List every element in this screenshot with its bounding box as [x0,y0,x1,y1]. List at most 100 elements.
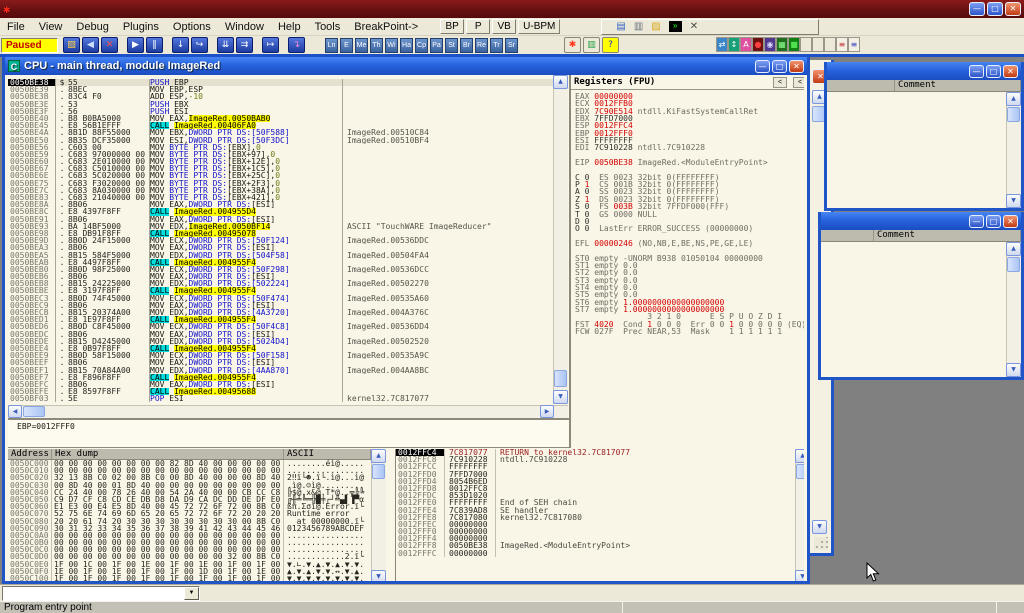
options-gear-icon[interactable]: ✱ [564,37,581,53]
menu-button-p[interactable]: P [466,19,490,34]
dump-scroll-down-button[interactable]: ▼ [371,570,386,581]
disasm-row[interactable]: 0050BEE4.E8 0B97F8FFCALL ImageRed.004955… [8,345,553,352]
disasm-row[interactable]: 0050BE75.C683 F3020000 00MOV BYTE PTR DS… [8,180,553,187]
cw1-scrollbar[interactable]: ▲ ▼ [1006,92,1021,208]
cw2-scroll-thumb[interactable] [1007,257,1020,272]
menu-item-options[interactable]: Options [166,20,218,34]
animate-over-icon[interactable]: ⇉ [236,37,253,53]
disasm-row[interactable]: 0050BE40.B8 B0BA5000MOV EAX,ImageRed.005… [8,115,553,122]
dump-scroll-up-button[interactable]: ▲ [371,449,386,463]
disasm-row[interactable]: 0050BEEF.8B06MOV EAX,DWORD PTR DS:[ESI] [8,359,553,366]
dump-row[interactable]: 0050C1001F 00 1F 00 1F 00 1F 00 1F 00 1F… [8,575,371,581]
pause-icon[interactable]: ‖ [146,37,163,53]
pane-button-e[interactable]: E [340,38,353,53]
disasm-row[interactable]: 0050BE4A.8B1D 88F55000MOV EBX,DWORD PTR … [8,129,553,136]
stack-row[interactable]: 0012FFFC00000000 [396,550,795,557]
run-icon[interactable]: ▶ [127,37,144,53]
cw2-col-blank[interactable] [821,230,874,241]
stack-scroll-up-button[interactable]: ▲ [795,449,804,463]
dump-col-address[interactable]: Address [8,449,52,459]
menu-button-vb[interactable]: VB [492,19,516,34]
cw2-scroll-up-button[interactable]: ▲ [1006,242,1021,256]
close-x-icon[interactable]: ✕ [690,21,698,33]
registers-pane[interactable]: Registers (FPU) < < EAX 00000000ECX 0012… [569,75,804,448]
list-red-icon[interactable]: ≡ [836,37,848,52]
menu-item-view[interactable]: View [32,20,70,34]
menu-button-u-bpm[interactable]: U-BPM [518,19,560,34]
pane-button-ha[interactable]: Ha [400,38,413,53]
register-line[interactable]: EFL 00000246 (NO,NB,E,BE,NS,PE,GE,LE) [575,240,804,247]
disasm-row[interactable]: 0050BE39.8BECMOV EBP,ESP [8,86,553,93]
disasm-row[interactable]: 0050BE56.C603 00MOV BYTE PTR DS:[EBX],0 [8,144,553,151]
disasm-row[interactable]: 0050BEFC.8B06MOV EAX,DWORD PTR DS:[ESI] [8,381,553,388]
cw2-minimize-button[interactable]: — [969,215,984,228]
disasm-row[interactable]: 0050BE3E.53PUSH EBX [8,101,553,108]
disasm-row[interactable]: 0050BEC3.8B0D 74F45000MOV ECX,DWORD PTR … [8,295,553,302]
disasm-row[interactable]: 0050BEF7.E8 F896F8FFCALL ImageRed.004955… [8,374,553,381]
assemble-a-icon[interactable]: A [740,37,752,52]
disasm-row[interactable]: 0050BE59.C683 97000000 00MOV BYTE PTR DS… [8,151,553,158]
exec-till-return-icon[interactable]: ↦ [262,37,279,53]
pane-button-re[interactable]: Re [475,38,488,53]
disasm-row[interactable]: 0050BEDC.8B06MOV EAX,DWORD PTR DS:[ESI] [8,331,553,338]
disasm-scrollbar[interactable]: ▲ ▼ [553,75,568,404]
disasm-row[interactable]: 0050BE8A.8B06MOV EAX,DWORD PTR DS:[ESI] [8,201,553,208]
main-restore-button[interactable]: □ [987,2,1003,16]
disasm-row[interactable]: 0050BEC9.8B06MOV EAX,DWORD PTR DS:[ESI] [8,302,553,309]
stack-pane[interactable]: 0012FFC47C817077RETURN to kernel32.7C817… [395,449,795,581]
disasm-row[interactable]: 0050BEA3.8B06MOV EAX,DWORD PTR DS:[ESI] [8,244,553,251]
log-pad-icon[interactable]: ▤ [616,21,625,33]
disasm-row[interactable]: 0050BEE9.8B0D 58F15000MOV ECX,DWORD PTR … [8,352,553,359]
matrix-icon[interactable]: ▦ [776,37,788,52]
disassembly-pane[interactable]: 0050BE38$55PUSH EBP0050BE39.8BECMOV EBP,… [8,75,553,404]
cw1-col-blank[interactable] [827,80,895,91]
blank-slot[interactable] [824,37,836,52]
cpu-titlebar[interactable]: C CPU - main thread, module ImageRed — □… [5,57,807,75]
register-line[interactable]: EDI 7C910228 ntdll.7C910228 [575,144,804,151]
disasm-scroll-thumb[interactable] [554,370,567,387]
register-line[interactable]: EIP 0050BE38 ImageRed.<ModuleEntryPoint> [575,159,804,166]
pane-button-sr[interactable]: Sr [505,38,518,53]
disasm-row[interactable]: 0050BE83.C683 21040000 00MOV BYTE PTR DS… [8,194,553,201]
disasm-row[interactable]: 0050BE45.E8 56B1EFFFCALL ImageRed.00406F… [8,122,553,129]
pane-button-cp[interactable]: Cp [415,38,428,53]
disasm-row[interactable]: 0050BE6E.C683 5C020000 00MOV BYTE PTR DS… [8,172,553,179]
cpu-maximize-button[interactable]: □ [772,60,787,73]
menu-item-breakpoint[interactable]: BreakPoint-> [347,20,425,34]
swap-arrows-icon[interactable]: ⇄ [716,37,728,52]
disasm-row[interactable]: 0050BEB0.8B0D 98F25000MOV ECX,DWORD PTR … [8,266,553,273]
comment-window-1-titlebar[interactable]: — □ ✕ [827,62,1021,80]
strip-resize-grip[interactable] [814,537,828,550]
trace-icon[interactable]: ↕ [728,37,740,52]
appearance-icon[interactable]: ▥ [583,37,600,53]
spiral-icon[interactable]: ◉ [764,37,776,52]
list-blue-icon[interactable]: ≡ [848,37,860,52]
cw1-scroll-up-button[interactable]: ▲ [1006,92,1021,106]
main-minimize-button[interactable]: — [969,2,985,16]
pane-button-me[interactable]: Me [355,38,368,53]
disasm-scroll-down-button[interactable]: ▼ [553,390,568,404]
disasm-row[interactable]: 0050BE3F.56PUSH ESI [8,108,553,115]
pane-button-br[interactable]: Br [460,38,473,53]
blank-slot[interactable] [800,37,812,52]
close-program-icon[interactable]: ✕ [101,37,118,53]
disasm-row[interactable]: 0050BEF1.8B15 70A84A00MOV EDX,DWORD PTR … [8,367,553,374]
disasm-row[interactable]: 0050BE91.8B06MOV EAX,DWORD PTR DS:[ESI] [8,216,553,223]
stack-scroll-thumb[interactable] [796,464,804,479]
animate-into-icon[interactable]: ⇊ [217,37,234,53]
stack-scrollbar[interactable]: ▲ ▼ [795,449,804,581]
cw1-close-button[interactable]: ✕ [1003,65,1018,78]
disasm-hscrollbar[interactable]: ◀ ▶ [8,405,568,418]
disasm-row[interactable]: 0050BF03.5EPOP ESIkernel32.7C817077 [8,395,553,402]
blank-slot[interactable] [812,37,824,52]
disasm-row[interactable]: 0050BE50.8B35 DCF35000MOV ESI,DWORD PTR … [8,137,553,144]
menu-item-file[interactable]: File [0,20,32,34]
disasm-row[interactable]: 0050BE3B.83C4 F0ADD ESP,-10 [8,93,553,100]
menu-item-window[interactable]: Window [218,20,271,34]
menu-item-debug[interactable]: Debug [69,20,115,34]
dump-col-ascii[interactable]: ASCII [284,449,371,459]
stack-scroll-down-button[interactable]: ▼ [795,570,804,581]
disasm-row[interactable]: 0050BE8C.E8 4397F8FFCALL ImageRed.004955… [8,208,553,215]
disasm-row[interactable]: 0050BEDE.8B15 D4245000MOV EDX,DWORD PTR … [8,338,553,345]
disasm-row[interactable]: 0050BE60.C683 2E010000 00MOV BYTE PTR DS… [8,158,553,165]
